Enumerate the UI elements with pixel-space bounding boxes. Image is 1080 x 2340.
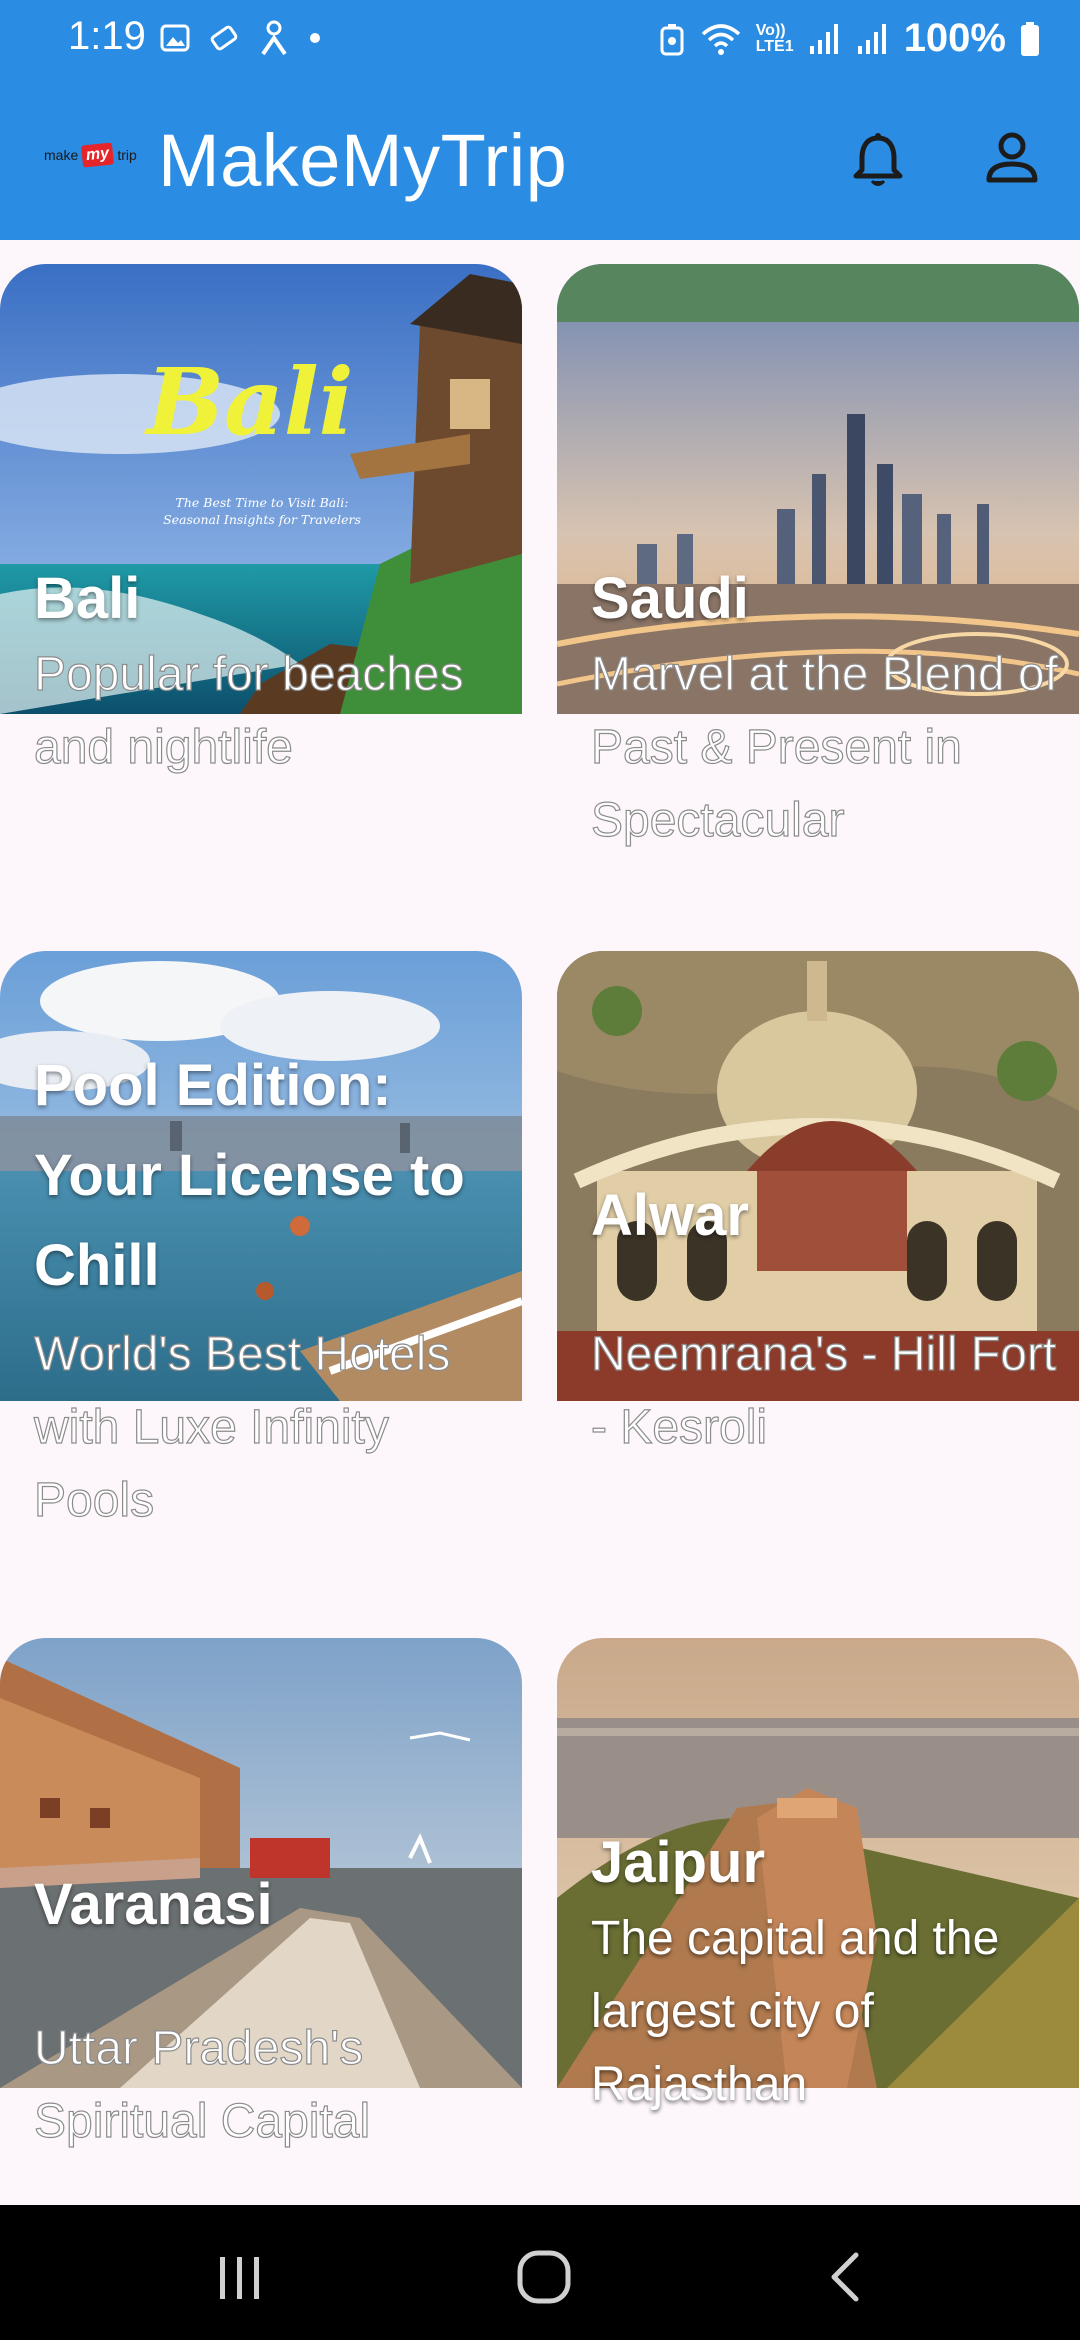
- bali-image-title: Bali: [143, 348, 353, 456]
- destination-card-saudi[interactable]: Saudi Marvel at the Blend of Past & Pres…: [557, 264, 1079, 848]
- signal-icon-2: [857, 23, 886, 54]
- destination-card-varanasi[interactable]: Varanasi Uttar Pradesh's Spiritual Capit…: [0, 1638, 522, 2149]
- logo-text-make: make: [44, 147, 79, 163]
- destination-card-alwar[interactable]: Alwar Neemrana's - Hill Fort - Kesroli: [557, 951, 1079, 1455]
- ticket-icon: [210, 25, 238, 51]
- card-title: Bali: [34, 566, 141, 631]
- status-bar: 1:19 Vo)) LTE1 100%: [0, 0, 1080, 80]
- bell-icon[interactable]: [852, 132, 904, 188]
- card-description: The capital and the largest city of Raja…: [591, 1912, 1000, 2111]
- account-icon[interactable]: [984, 132, 1040, 184]
- card-description: World's Best Hotels with Luxe Infinity P…: [33, 1327, 451, 1527]
- system-nav-bar: [0, 2205, 1080, 2340]
- card-title: Jaipur: [591, 1830, 766, 1895]
- card-description: Uttar Pradesh's Spiritual Capital: [33, 2021, 371, 2148]
- app-bar: make my trip MakeMyTrip: [0, 80, 1080, 240]
- makemytrip-logo[interactable]: make my trip: [44, 142, 137, 168]
- network-label: Vo)) LTE1: [755, 21, 794, 55]
- destination-card-pool-edition[interactable]: Pool Edition: Your License to Chill Worl…: [0, 951, 522, 1528]
- card-description: Marvel at the Blend of Past & Present in…: [590, 647, 1058, 847]
- gallery-icon: [160, 24, 190, 52]
- back-icon[interactable]: [826, 2249, 866, 2305]
- card-title: Alwar: [591, 1183, 749, 1248]
- bali-image-subtitle-2: Seasonal Insights for Travelers: [163, 512, 361, 527]
- battery-icon: [1021, 21, 1039, 56]
- person-status-icon: [261, 20, 287, 56]
- card-description: Popular for beaches and nightlife: [33, 647, 464, 774]
- logo-text-trip: trip: [117, 147, 137, 163]
- destination-card-jaipur[interactable]: Jaipur The capital and the largest city …: [557, 1638, 1079, 2111]
- wifi-icon: [701, 23, 740, 55]
- card-description: Neemrana's - Hill Fort - Kesroli: [590, 1327, 1057, 1454]
- status-time: 1:19: [68, 14, 146, 58]
- destination-card-bali[interactable]: Bali The Best Time to Visit Bali: Season…: [0, 264, 522, 775]
- home-icon[interactable]: [516, 2249, 572, 2305]
- destinations-grid: Bali The Best Time to Visit Bali: Season…: [0, 240, 1080, 2205]
- data-saver-icon: [660, 23, 684, 55]
- dot-icon: [310, 33, 320, 43]
- card-title: Pool Edition: Your License to Chill: [34, 1053, 465, 1298]
- logo-text-my: my: [81, 142, 115, 168]
- card-title: Saudi: [591, 566, 749, 631]
- bali-image-subtitle: The Best Time to Visit Bali:: [176, 495, 349, 510]
- signal-icon: [809, 23, 838, 54]
- app-title: MakeMyTrip: [158, 119, 568, 202]
- card-title: Varanasi: [34, 1872, 273, 1937]
- recent-apps-icon[interactable]: [216, 2255, 264, 2301]
- battery-percent: 100%: [903, 16, 1006, 60]
